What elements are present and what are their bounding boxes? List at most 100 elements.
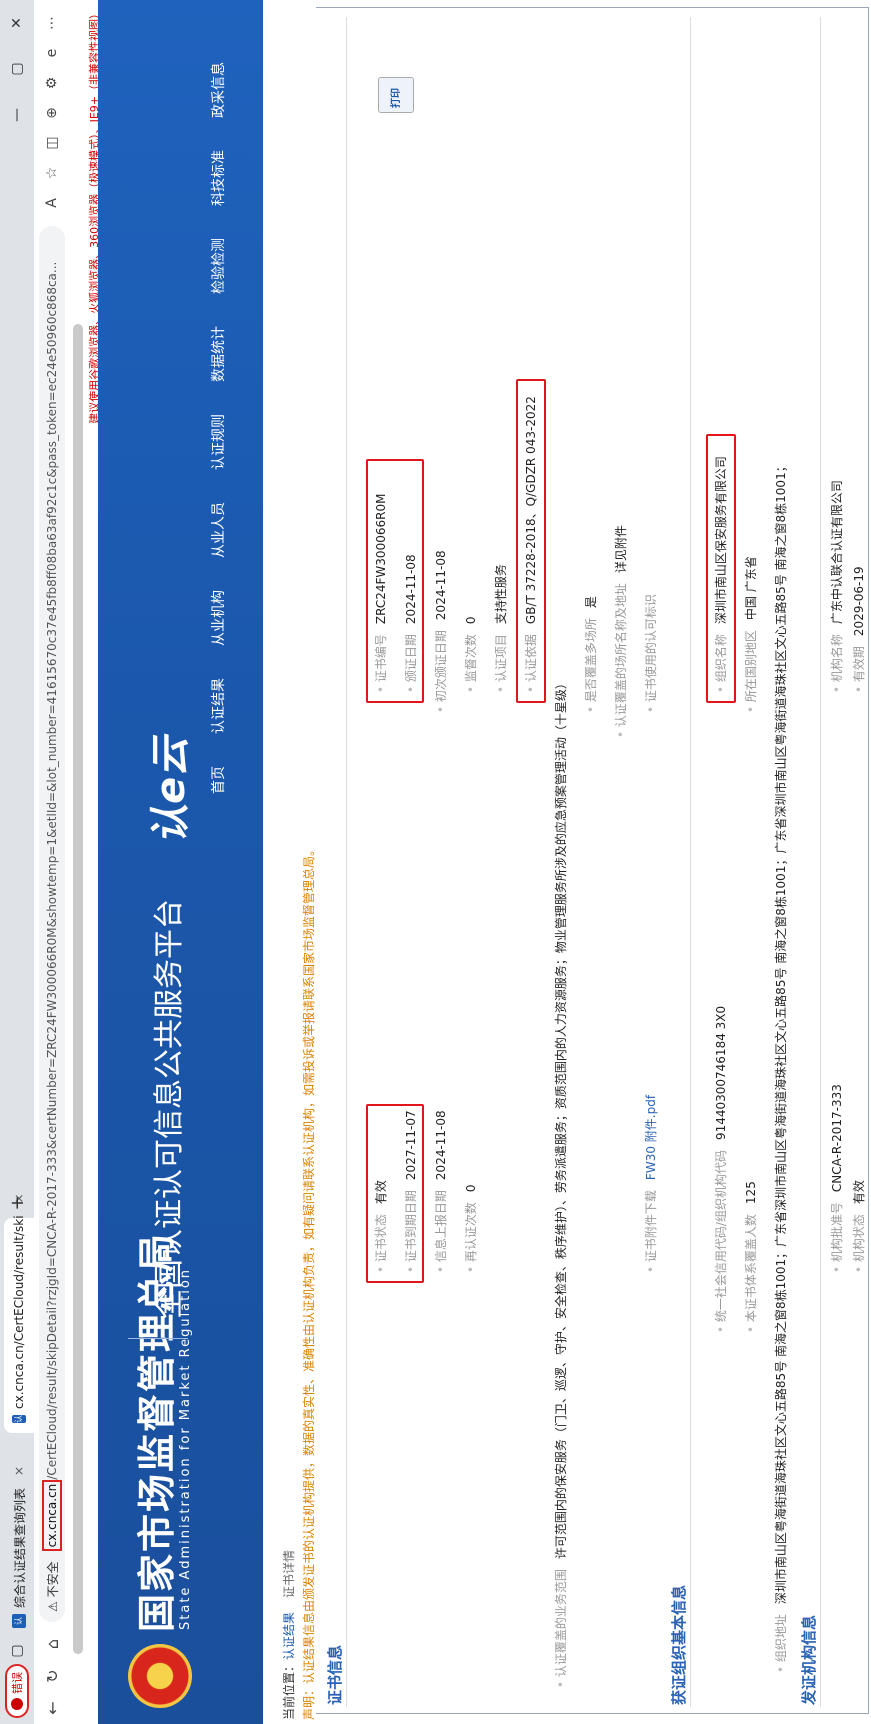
close-tab-icon[interactable]: × bbox=[12, 1466, 26, 1476]
toolbar-icons: A ☆ ◫ ⊕ ⚙ e ⋯ bbox=[44, 0, 60, 226]
not-secure-indicator[interactable]: ⚠ 不安全 bbox=[44, 1561, 61, 1612]
read-aloud-icon[interactable]: A bbox=[44, 188, 60, 218]
print-button[interactable]: 打印 bbox=[378, 77, 414, 113]
field-label: 有效期 bbox=[852, 646, 866, 693]
horizontal-scrollbar[interactable] bbox=[73, 324, 83, 1654]
field-label: 组织地址 bbox=[774, 1614, 788, 1673]
nav-personnel[interactable]: 从业人员 bbox=[208, 502, 228, 558]
section-title-cert: 证书信息 bbox=[326, 1644, 344, 1705]
nav-cert-rules[interactable]: 认证规则 bbox=[208, 414, 228, 470]
tab-title: 综合认证结果查询列表 bbox=[12, 1487, 27, 1608]
field-label: 证书使用的认可标识 bbox=[644, 594, 658, 713]
field-value: 深圳市南山区粤海街道海珠社区文心五路85号 南海之窗8栋1001；广东省深圳市南… bbox=[774, 460, 788, 1605]
field-label: 本证书体系覆盖人数 bbox=[744, 1214, 758, 1333]
print-icon: 打印 bbox=[391, 88, 402, 108]
field-value: 详见附件 bbox=[614, 525, 628, 574]
highlight-box-org-name bbox=[706, 434, 736, 703]
field-value: 中国 广东省 bbox=[744, 556, 758, 621]
field-label: 机构状态 bbox=[852, 1214, 866, 1273]
breadcrumb-current: 证书详情 bbox=[282, 1549, 296, 1598]
window-controls: — ▢ ✕ bbox=[9, 0, 25, 138]
tab-cert-detail[interactable]: 认 cx.cnca.cn/CertECloud/result/ski × bbox=[4, 1193, 34, 1433]
highlight-box-cert-no bbox=[366, 459, 424, 703]
field-row: 机构批准号 CNCA-R-2017-333 bbox=[828, 1084, 845, 1273]
field-row: 再认证次数 0 bbox=[462, 1184, 479, 1273]
field-label: 初次颁证日期 bbox=[434, 630, 448, 713]
close-window-button[interactable]: ✕ bbox=[9, 0, 25, 46]
rotated-browser-window: 错误 ▢ 认 综合认证结果查询列表 × 认 cx.cnca.cn/CertECloud… bbox=[0, 0, 871, 1724]
field-value: 0 bbox=[464, 1184, 478, 1193]
field-value: 2024-11-08 bbox=[434, 1110, 448, 1181]
section-title-issuer: 发证机构信息 bbox=[800, 1614, 818, 1705]
profile-button[interactable]: 错误 bbox=[5, 1664, 29, 1718]
platform-title: 全国认证认可信息公共服务平台 bbox=[152, 899, 187, 1319]
divider bbox=[346, 17, 347, 1707]
nav-procurement[interactable]: 政采信息 bbox=[208, 62, 228, 118]
field-value: 91440300746184 3X0 bbox=[714, 1005, 728, 1141]
more-menu-icon[interactable]: ⋯ bbox=[44, 8, 60, 38]
back-icon[interactable]: ← bbox=[43, 1692, 62, 1724]
attachment-link[interactable]: FW30 附件.pdf bbox=[644, 1095, 658, 1180]
agency-title-en: State Administration for Market Regulati… bbox=[178, 1267, 193, 1630]
breadcrumb-prefix: 当前位置： bbox=[282, 1659, 296, 1720]
field-row: 证书使用的认可标识 bbox=[642, 584, 659, 713]
reload-icon[interactable]: ↻ bbox=[43, 1660, 62, 1692]
field-value: 2029-06-19 bbox=[852, 566, 866, 637]
detail-panel: 证书信息 打印 证书编号ZRC24FW300066R0M 颁证日期2024-11… bbox=[316, 7, 869, 1714]
field-row: 认证覆盖的业务范围 许可范围内的保安服务（门卫、巡逻、守护、安全检查、秩序维护）、… bbox=[552, 677, 569, 1688]
edge-icon[interactable]: e bbox=[44, 38, 60, 68]
tab-bar: 错误 ▢ 认 综合认证结果查询列表 × 认 cx.cnca.cn/CertECloud… bbox=[0, 0, 34, 1724]
tab-results-list[interactable]: 认 综合认证结果查询列表 × bbox=[4, 1433, 34, 1638]
field-value: 是 bbox=[584, 596, 598, 609]
site-favicon-icon: 认 bbox=[12, 1614, 26, 1628]
field-label: 再认证次数 bbox=[464, 1202, 478, 1273]
field-label: 机构批准号 bbox=[830, 1202, 844, 1273]
field-row: 机构状态有效 bbox=[850, 1180, 867, 1273]
field-label: 认证项目 bbox=[494, 634, 508, 693]
home-icon[interactable]: ⌂ bbox=[43, 1628, 62, 1660]
address-bar-row: ← ↻ ⌂ ⚠ 不安全 cx.cnca.cn/CertECloud/result… bbox=[34, 0, 71, 1724]
field-row: 认证项目支持性服务 bbox=[492, 564, 509, 693]
favorites-icon[interactable]: ⊕ bbox=[44, 98, 60, 128]
nav-testing[interactable]: 检验检测 bbox=[208, 238, 228, 294]
field-row: 本证书体系覆盖人数 125 bbox=[742, 1181, 759, 1333]
main-nav: 首页 认证结果 从业机构 从业人员 认证规则 数据统计 检验检测 科技标准 政采… bbox=[208, 30, 228, 794]
url-domain: cx.cnca.cn bbox=[42, 1479, 62, 1552]
favorite-star-icon[interactable]: ☆ bbox=[44, 158, 60, 188]
national-emblem-icon bbox=[128, 1644, 192, 1708]
field-row: 是否覆盖多场所是 bbox=[582, 596, 599, 713]
field-label: 认证覆盖的业务范围 bbox=[554, 1569, 568, 1688]
workspaces-icon[interactable]: ▢ bbox=[9, 1638, 25, 1664]
url-path: /CertECloud/result/skipDetail?rzjgId=CNC… bbox=[45, 261, 59, 1480]
maximize-button[interactable]: ▢ bbox=[9, 46, 25, 92]
site-header: 国家市场监督管理总局 State Administration for Mark… bbox=[98, 0, 263, 1724]
disclaimer: 声明：认证结果信息由颁发证书的认证机构提供，数据的真实性、准确性由认证机构负责，… bbox=[302, 843, 316, 1720]
field-label: 证书附件下载 bbox=[644, 1190, 658, 1273]
nav-institutions[interactable]: 从业机构 bbox=[208, 590, 228, 646]
field-row: 初次颁证日期 2024-11-08 bbox=[432, 550, 449, 713]
tab-title: cx.cnca.cn/CertECloud/result/ski bbox=[12, 1215, 26, 1409]
minimize-button[interactable]: — bbox=[9, 92, 25, 138]
field-value: CNCA-R-2017-333 bbox=[830, 1084, 844, 1193]
field-value: 许可范围内的保安服务（门卫、巡逻、守护、安全检查、秩序维护）、劳务派遣服务；资质… bbox=[554, 677, 568, 1560]
breadcrumb-link[interactable]: 认证结果 bbox=[282, 1612, 296, 1660]
field-row: 证书附件下载 FW30 附件.pdf bbox=[642, 1095, 659, 1273]
new-tab-button[interactable]: + bbox=[7, 1188, 28, 1218]
split-screen-icon[interactable]: ◫ bbox=[44, 128, 60, 158]
field-row: 有效期 2029-06-19 bbox=[850, 566, 867, 693]
nav-statistics[interactable]: 数据统计 bbox=[208, 326, 228, 382]
field-value: 125 bbox=[744, 1181, 758, 1205]
field-label: 信息上报日期 bbox=[434, 1190, 448, 1273]
breadcrumb: 当前位置：认证结果 证书详情 bbox=[280, 1550, 297, 1720]
divider bbox=[820, 17, 821, 1707]
nav-cert-results[interactable]: 认证结果 bbox=[208, 678, 228, 734]
field-label: 机构名称 bbox=[830, 634, 844, 693]
field-row: 监督次数 0 bbox=[462, 616, 479, 693]
nav-home[interactable]: 首页 bbox=[208, 766, 228, 794]
field-label: 认证覆盖的场所名称及地址 bbox=[614, 583, 628, 738]
not-secure-label: 不安全 bbox=[45, 1561, 60, 1598]
extensions-icon[interactable]: ⚙ bbox=[44, 68, 60, 98]
field-row: 认证覆盖的场所名称及地址 详见附件 bbox=[612, 525, 629, 738]
url-field[interactable]: ⚠ 不安全 cx.cnca.cn/CertECloud/result/skipD… bbox=[39, 226, 65, 1622]
nav-standards[interactable]: 科技标准 bbox=[208, 150, 228, 206]
